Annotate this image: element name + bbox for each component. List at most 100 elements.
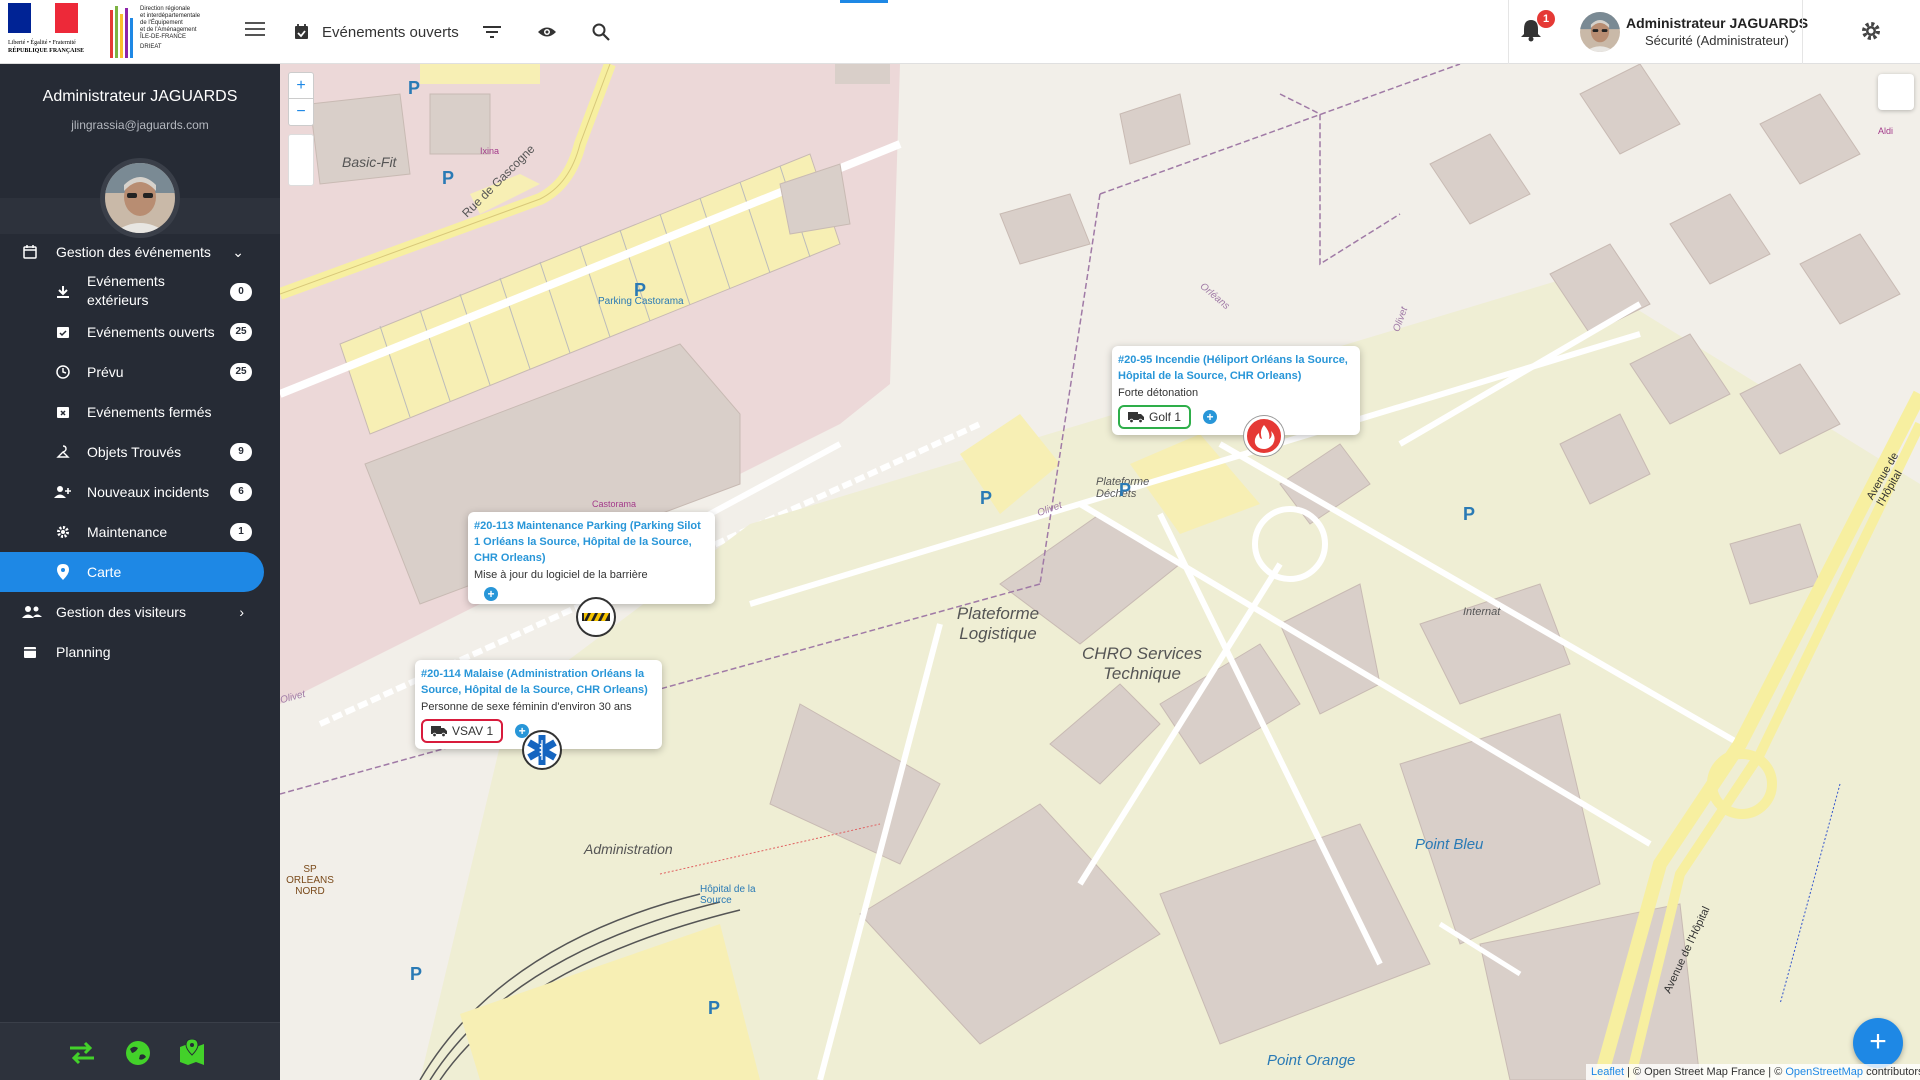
menu-prevu[interactable]: Prévu 25 — [0, 352, 264, 392]
menu-label: Objets Trouvés — [87, 443, 182, 460]
menu-maintenance[interactable]: Maintenance 1 — [0, 512, 264, 552]
clock-icon — [53, 362, 73, 382]
add-vehicle-button[interactable]: + — [484, 587, 498, 601]
settings-gear-icon[interactable] — [1860, 20, 1884, 44]
add-vehicle-button[interactable]: + — [1203, 410, 1218, 424]
drieat-line: Direction régionale — [140, 6, 191, 12]
calendar-check-icon — [295, 24, 308, 39]
divider — [1508, 0, 1509, 64]
event-popup-description: Mise à jour du logiciel de la barrière — [474, 569, 648, 581]
republique-text: Liberté • Égalité • Fraternité RÉPUBLIQU… — [8, 39, 84, 55]
menu-label: Planning — [56, 643, 111, 660]
switch-arrows-icon[interactable] — [66, 1037, 98, 1069]
menu-planning[interactable]: Planning — [0, 632, 264, 672]
open-events-label: Evénements ouverts — [322, 23, 459, 41]
add-event-button[interactable]: + — [1853, 1018, 1903, 1068]
map-pin-icon — [53, 562, 73, 582]
map-attribution: Leaflet | © Open Street Map France | © O… — [1586, 1064, 1920, 1080]
count-badge: 0 — [230, 283, 252, 301]
topbar-user-role: Sécurité (Administrateur) — [1645, 33, 1789, 48]
count-badge: 9 — [230, 443, 252, 461]
topbar-user-name: Administrateur JAGUARDS — [1626, 15, 1809, 31]
fire-icon[interactable] — [1244, 416, 1284, 456]
chevron-down-icon: ⌄ — [232, 243, 244, 260]
search-icon[interactable] — [589, 20, 613, 44]
count-badge: 25 — [230, 323, 252, 341]
avatar-photo — [105, 163, 175, 233]
logo-area: Liberté • Égalité • Fraternité RÉPUBLIQU… — [0, 0, 280, 64]
menu-label: Maintenance — [87, 523, 168, 540]
avatar[interactable] — [105, 163, 175, 233]
eye-icon[interactable] — [535, 20, 559, 44]
notification-badge: 1 — [1537, 10, 1555, 28]
drieat-line: ÎLE-DE-FRANCE — [140, 34, 187, 40]
event-popup-incendie[interactable]: #20-95 Incendie (Héliport Orléans la Sou… — [1112, 346, 1360, 435]
event-popup-description: Forte détonation — [1118, 387, 1199, 399]
menu-label: Prévu — [87, 363, 124, 380]
event-popup-title[interactable]: #20-114 Malaise (Administration Orléans … — [421, 666, 656, 698]
vehicle-tag[interactable]: VSAV 1 — [421, 719, 504, 743]
menu-toggle-icon[interactable] — [245, 22, 265, 38]
chevron-right-icon: › — [239, 604, 244, 620]
menu-objets-trouves[interactable]: Objets Trouvés 9 — [0, 432, 264, 472]
osm-link[interactable]: OpenStreetMap — [1785, 1066, 1863, 1078]
menu-gestion-visiteurs[interactable]: Gestion des visiteurs › — [0, 592, 264, 632]
gear-icon — [53, 522, 73, 542]
menu-label: Evénements extérieurs — [87, 273, 165, 308]
users-icon — [22, 602, 42, 622]
sidebar-user-email: jlingrassia@jaguards.com — [71, 118, 209, 132]
menu-nouveaux-incidents[interactable]: Nouveaux incidents 6 — [0, 472, 264, 512]
globe-icon[interactable] — [122, 1037, 154, 1069]
user-avatar[interactable] — [1580, 12, 1620, 52]
republique-motto: Liberté • Égalité • Fraternité — [8, 40, 76, 46]
layer-toggle-button[interactable] — [288, 134, 314, 186]
layers-button[interactable] — [1878, 74, 1914, 110]
menu-evenements-fermes[interactable]: Evénements fermés — [0, 392, 264, 432]
menu-gestion-evenements[interactable]: Gestion des événements ⌄ — [0, 232, 264, 272]
user-avatar-photo — [1580, 12, 1620, 52]
vehicle-label: Golf 1 — [1149, 410, 1182, 424]
chevron-down-icon[interactable]: ⌄ — [1788, 22, 1798, 36]
map-location-icon[interactable] — [178, 1037, 210, 1069]
republique-francaise-logo: Liberté • Égalité • Fraternité RÉPUBLIQU… — [6, 3, 106, 61]
count-badge: 1 — [230, 523, 252, 541]
event-popup-description: Personne de sexe féminin d'environ 30 an… — [421, 701, 632, 713]
map[interactable]: Basic-Fit Ixina Rue de Gascogne Parking … — [280, 64, 1920, 1080]
menu-label: Evénements fermés — [87, 403, 212, 420]
menu-evenements-exterieurs[interactable]: Evénements extérieurs 0 — [0, 272, 264, 312]
count-badge: 6 — [230, 483, 252, 501]
menu-label: Evénements ouverts — [87, 323, 215, 340]
event-popup-title[interactable]: #20-95 Incendie (Héliport Orléans la Sou… — [1118, 352, 1354, 384]
menu-label: Nouveaux incidents — [87, 483, 210, 500]
calendar-check-icon — [53, 322, 73, 342]
open-events-button[interactable]: Evénements ouverts — [294, 20, 459, 44]
count-badge: 25 — [230, 363, 252, 381]
ambulance-icon — [431, 726, 447, 737]
menu-carte[interactable]: Carte — [0, 552, 264, 592]
zoom-out-button[interactable]: − — [289, 99, 313, 125]
republique-name: RÉPUBLIQUE FRANÇAISE — [8, 48, 85, 54]
sidebar: Liberté • Égalité • Fraternité RÉPUBLIQU… — [0, 0, 280, 1080]
menu-label: Gestion des événements — [56, 243, 211, 260]
user-plus-icon — [53, 482, 73, 502]
drieat-line: et de l'Aménagement — [140, 27, 197, 33]
barrier-icon[interactable] — [576, 597, 616, 637]
ambulance-icon — [1128, 412, 1144, 423]
zoom-in-button[interactable]: + — [289, 73, 313, 99]
attribution-text: | © Open Street Map France | © — [1624, 1066, 1786, 1078]
vehicle-tag[interactable]: Golf 1 — [1118, 405, 1192, 429]
drieat-text: Direction régionale et interdépartementa… — [140, 6, 210, 51]
filter-icon[interactable] — [480, 20, 504, 44]
divider — [1802, 0, 1803, 64]
attribution-text: contributors — [1863, 1066, 1920, 1078]
leaflet-link[interactable]: Leaflet — [1591, 1066, 1624, 1078]
drieat-bars-icon — [110, 6, 133, 58]
medical-star-icon[interactable] — [522, 730, 562, 770]
drieat-line: de l'Équipement — [140, 20, 183, 26]
event-popup-maintenance[interactable]: #20-113 Maintenance Parking (Parking Sil… — [468, 512, 715, 604]
sidebar-user-name: Administrateur JAGUARDS — [42, 88, 238, 105]
menu-evenements-ouverts[interactable]: Evénements ouverts 25 — [0, 312, 264, 352]
zoom-control: + − — [288, 72, 314, 126]
drieat-logo: Direction régionale et interdépartementa… — [108, 2, 208, 60]
event-popup-title[interactable]: #20-113 Maintenance Parking (Parking Sil… — [474, 518, 709, 566]
